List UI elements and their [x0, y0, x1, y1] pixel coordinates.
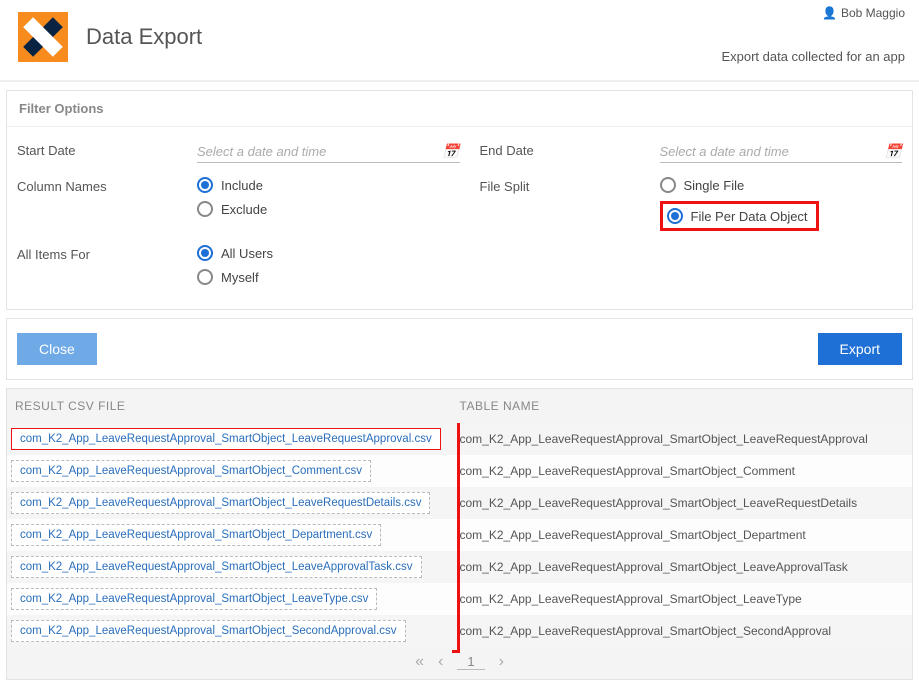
annotation-bracket	[452, 423, 460, 653]
table-row: com_K2_App_LeaveRequestApproval_SmartObj…	[7, 455, 912, 487]
file-per-highlight: File Per Data Object	[660, 201, 819, 231]
myself-radio[interactable]: Myself	[197, 269, 273, 285]
column-names-label: Column Names	[17, 177, 197, 231]
csv-file-link[interactable]: com_K2_App_LeaveRequestApproval_SmartObj…	[11, 492, 430, 514]
user-icon: 👤	[822, 6, 837, 20]
current-user[interactable]: 👤 Bob Maggio	[822, 6, 905, 20]
start-date-label: Start Date	[17, 141, 197, 163]
table-row: com_K2_App_LeaveRequestApproval_SmartObj…	[7, 615, 912, 647]
all-items-label: All Items For	[17, 245, 197, 285]
csv-file-link[interactable]: com_K2_App_LeaveRequestApproval_SmartObj…	[11, 620, 406, 642]
filter-options-section: Filter Options Start Date Select a date …	[6, 90, 913, 310]
page-subtitle: Export data collected for an app	[721, 49, 905, 64]
csv-file-link[interactable]: com_K2_App_LeaveRequestApproval_SmartObj…	[11, 556, 422, 578]
file-single-radio[interactable]: Single File	[660, 177, 819, 193]
radio-icon	[667, 208, 683, 224]
csv-file-link[interactable]: com_K2_App_LeaveRequestApproval_SmartObj…	[11, 588, 377, 610]
csv-file-link[interactable]: com_K2_App_LeaveRequestApproval_SmartObj…	[11, 460, 371, 482]
close-button[interactable]: Close	[17, 333, 97, 365]
table-row: com_K2_App_LeaveRequestApproval_SmartObj…	[7, 583, 912, 615]
file-single-label: Single File	[684, 178, 745, 193]
column-include-radio[interactable]: Include	[197, 177, 267, 193]
table-row: com_K2_App_LeaveRequestApproval_SmartObj…	[7, 551, 912, 583]
file-per-radio[interactable]: File Per Data Object	[667, 208, 808, 224]
pager: « ‹ 1 ›	[7, 647, 912, 673]
pager-first-icon[interactable]: «	[415, 653, 424, 671]
button-row: Close Export	[6, 318, 913, 380]
all-users-radio[interactable]: All Users	[197, 245, 273, 261]
table-row: com_K2_App_LeaveRequestApproval_SmartObj…	[7, 487, 912, 519]
csv-file-link[interactable]: com_K2_App_LeaveRequestApproval_SmartObj…	[11, 524, 381, 546]
col-header-csv: RESULT CSV FILE	[11, 399, 460, 413]
myself-label: Myself	[221, 270, 259, 285]
start-date-input[interactable]: Select a date and time 📅	[197, 141, 460, 163]
column-names-group: Include Exclude	[197, 177, 267, 231]
pager-next-icon[interactable]: ›	[499, 653, 504, 671]
table-body: com_K2_App_LeaveRequestApproval_SmartObj…	[7, 423, 912, 647]
table-row: com_K2_App_LeaveRequestApproval_SmartObj…	[7, 519, 912, 551]
file-split-group: Single File File Per Data Object	[660, 177, 819, 231]
results-table: RESULT CSV FILE TABLE NAME com_K2_App_Le…	[6, 388, 913, 680]
column-exclude-radio[interactable]: Exclude	[197, 201, 267, 217]
table-name-cell: com_K2_App_LeaveRequestApproval_SmartObj…	[460, 555, 913, 579]
app-logo-icon	[18, 12, 68, 62]
table-name-cell: com_K2_App_LeaveRequestApproval_SmartObj…	[460, 491, 913, 515]
table-name-cell: com_K2_App_LeaveRequestApproval_SmartObj…	[460, 587, 913, 611]
radio-icon	[197, 201, 213, 217]
radio-icon	[197, 177, 213, 193]
all-users-label: All Users	[221, 246, 273, 261]
page-title: Data Export	[86, 24, 202, 50]
column-exclude-label: Exclude	[221, 202, 267, 217]
table-row: com_K2_App_LeaveRequestApproval_SmartObj…	[7, 423, 912, 455]
radio-icon	[197, 245, 213, 261]
all-items-group: All Users Myself	[197, 245, 273, 285]
end-date-placeholder: Select a date and time	[660, 144, 789, 159]
user-name: Bob Maggio	[841, 6, 905, 20]
export-button[interactable]: Export	[818, 333, 902, 365]
calendar-icon[interactable]: 📅	[442, 143, 459, 160]
csv-file-link[interactable]: com_K2_App_LeaveRequestApproval_SmartObj…	[11, 428, 441, 450]
table-name-cell: com_K2_App_LeaveRequestApproval_SmartObj…	[460, 523, 913, 547]
column-include-label: Include	[221, 178, 263, 193]
pager-prev-icon[interactable]: ‹	[438, 653, 443, 671]
pager-page-input[interactable]: 1	[457, 654, 484, 670]
file-per-label: File Per Data Object	[691, 209, 808, 224]
file-split-label: File Split	[480, 177, 660, 231]
filter-options-heading: Filter Options	[7, 91, 912, 127]
page-header: Data Export 👤 Bob Maggio Export data col…	[0, 0, 919, 82]
calendar-icon[interactable]: 📅	[885, 143, 902, 160]
table-name-cell: com_K2_App_LeaveRequestApproval_SmartObj…	[460, 619, 913, 643]
table-name-cell: com_K2_App_LeaveRequestApproval_SmartObj…	[460, 459, 913, 483]
col-header-tablename: TABLE NAME	[460, 399, 909, 413]
end-date-label: End Date	[480, 141, 660, 163]
table-header-row: RESULT CSV FILE TABLE NAME	[7, 389, 912, 423]
end-date-input[interactable]: Select a date and time 📅	[660, 141, 903, 163]
radio-icon	[197, 269, 213, 285]
radio-icon	[660, 177, 676, 193]
table-name-cell: com_K2_App_LeaveRequestApproval_SmartObj…	[460, 427, 913, 451]
start-date-placeholder: Select a date and time	[197, 144, 326, 159]
